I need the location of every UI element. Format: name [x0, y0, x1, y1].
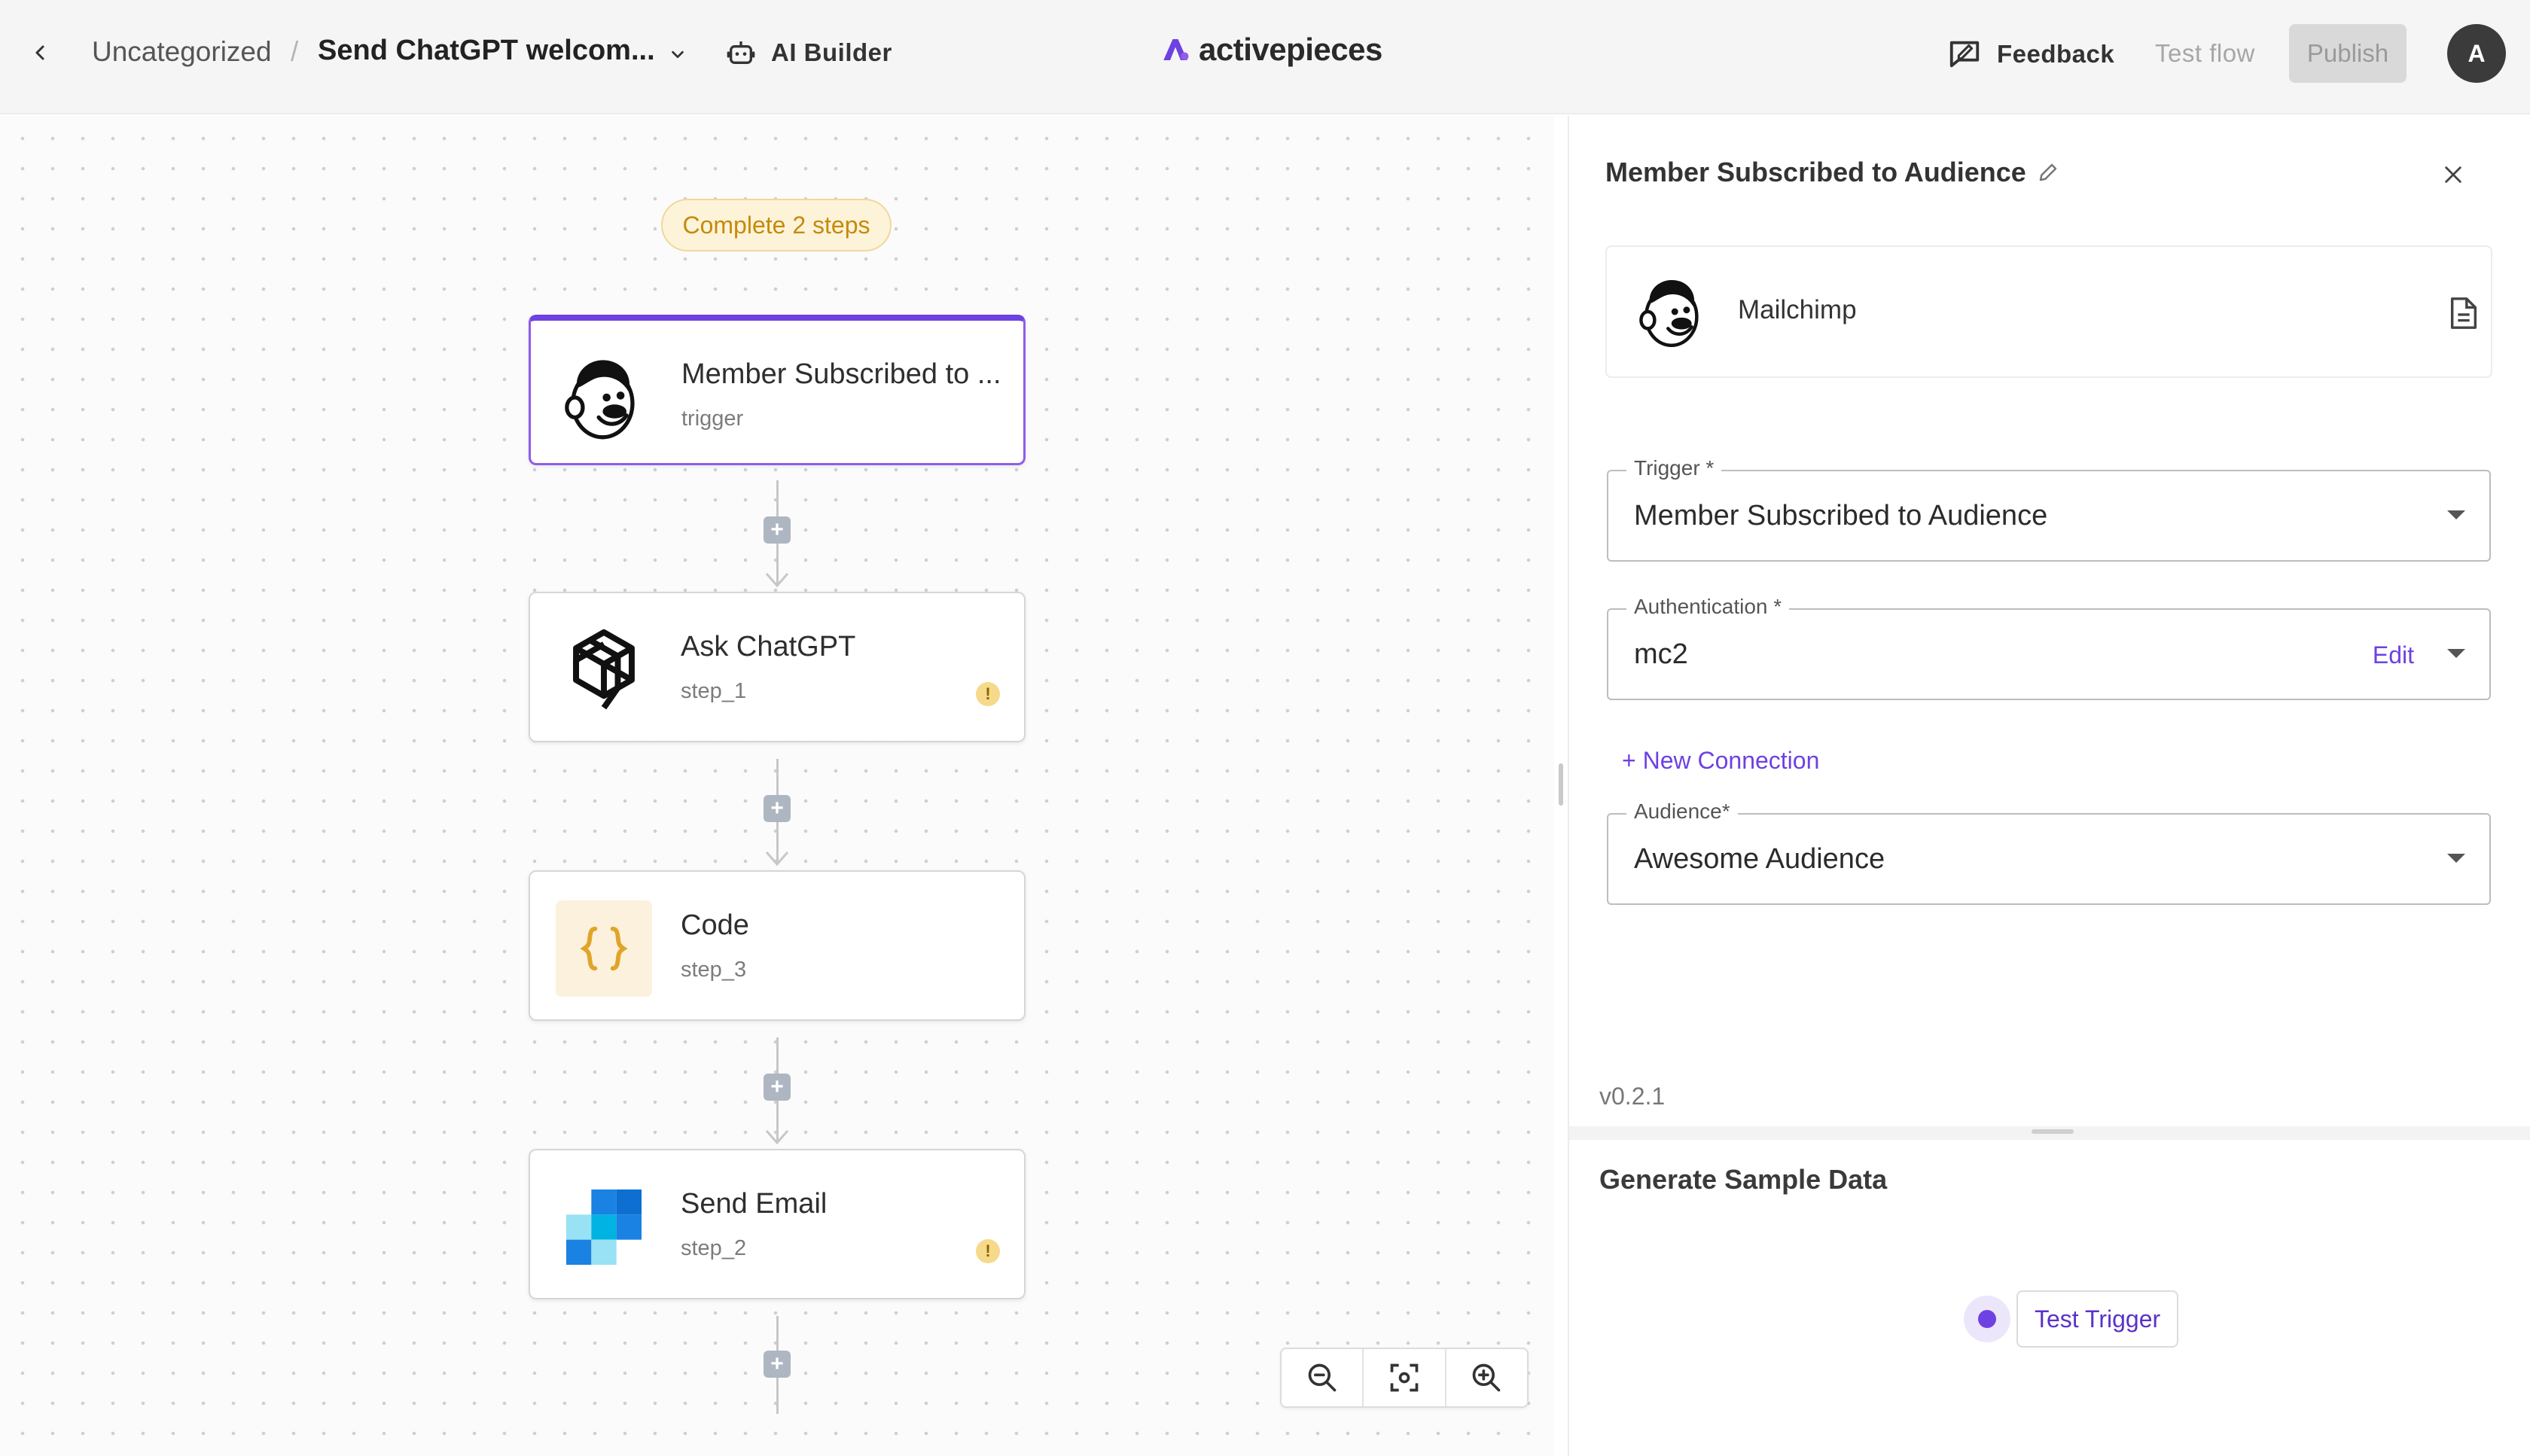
audience-select[interactable]: Audience* Awesome Audience	[1607, 800, 2491, 905]
step-name: Send Email	[681, 1188, 828, 1220]
step-type: trigger	[681, 407, 744, 431]
arrow-down-icon	[765, 851, 789, 867]
arrow-down-icon	[765, 1130, 789, 1145]
panel-title: Member Subscribed to Audience	[1605, 157, 2059, 188]
trigger-value: Member Subscribed to Audience	[1634, 500, 2048, 532]
sample-data-section: Generate Sample Data Test Trigger	[1569, 1126, 2530, 1456]
arrow-down-icon	[765, 573, 789, 588]
audience-label: Audience*	[1626, 800, 1738, 824]
fit-view-icon	[1390, 1363, 1419, 1392]
top-bar: Uncategorized / Send ChatGPT welcom... A…	[0, 0, 2530, 114]
authentication-select[interactable]: Authentication * mc2 Edit	[1607, 595, 2491, 700]
incomplete-steps-badge[interactable]: Complete 2 steps	[661, 199, 892, 251]
fit-view-button[interactable]	[1364, 1349, 1446, 1406]
piece-name: Mailchimp	[1738, 295, 1857, 324]
back-button[interactable]	[23, 35, 59, 71]
step-name: Ask ChatGPT	[681, 631, 856, 663]
zoom-out-button[interactable]	[1282, 1349, 1364, 1406]
brand-name: activepieces	[1199, 32, 1382, 67]
feedback-label: Feedback	[1997, 40, 2115, 68]
ai-builder-button[interactable]: AI Builder	[726, 33, 892, 72]
zoom-controls	[1280, 1348, 1529, 1408]
step-card-send-email[interactable]: Send Email step_2 !	[529, 1149, 1026, 1299]
authentication-value: mc2	[1634, 638, 1688, 670]
document-icon	[2450, 297, 2477, 329]
new-connection-button[interactable]: + New Connection	[1622, 747, 1819, 775]
zoom-in-button[interactable]	[1446, 1349, 1527, 1406]
pencil-icon[interactable]	[2037, 161, 2059, 184]
step-card-code[interactable]: Code step_3	[529, 870, 1026, 1021]
step-name: Code	[681, 909, 749, 941]
bot-icon	[727, 41, 755, 64]
flow-name[interactable]: Send ChatGPT welcom...	[318, 35, 655, 67]
step-name: Member Subscribed to ...	[681, 358, 1001, 390]
chevron-left-icon	[35, 45, 44, 60]
chevron-down-icon	[672, 50, 684, 59]
ai-builder-label: AI Builder	[771, 38, 892, 66]
breadcrumb-folder[interactable]: Uncategorized	[92, 36, 272, 68]
step-settings-panel: Member Subscribed to Audience Mailchimp	[1568, 116, 2530, 1456]
step-card-ask-chatgpt[interactable]: Ask ChatGPT step_1 !	[529, 592, 1026, 742]
panel-resize-handle[interactable]	[1559, 763, 1563, 806]
test-trigger-button[interactable]: Test Trigger	[2016, 1290, 2179, 1348]
openai-icon	[554, 620, 654, 720]
sendgrid-icon	[554, 1177, 654, 1277]
mailchimp-icon	[555, 348, 654, 447]
warning-icon: !	[976, 682, 1000, 706]
trigger-label: Trigger *	[1626, 456, 1722, 480]
close-panel-button[interactable]	[2432, 154, 2474, 196]
feedback-icon	[1949, 41, 1980, 68]
publish-button[interactable]: Publish	[2289, 24, 2407, 83]
sample-data-title: Generate Sample Data	[1599, 1164, 1888, 1195]
dropdown-caret-icon	[2447, 854, 2465, 863]
dropdown-caret-icon	[2447, 649, 2465, 658]
user-avatar[interactable]: A	[2447, 24, 2506, 83]
flow-canvas[interactable]: Complete 2 steps Member Subscribed to ..…	[0, 116, 1554, 1456]
warning-icon: !	[976, 1239, 1000, 1263]
trigger-select[interactable]: Trigger * Member Subscribed to Audience	[1607, 456, 2491, 562]
step-card-trigger[interactable]: Member Subscribed to ... trigger	[529, 315, 1026, 465]
status-dot-icon	[1964, 1296, 2010, 1342]
zoom-in-icon	[1472, 1363, 1501, 1392]
breadcrumb-separator: /	[291, 36, 299, 67]
code-icon	[554, 899, 654, 998]
mailchimp-icon	[1631, 270, 1715, 354]
edit-connection-button[interactable]: Edit	[2373, 641, 2414, 669]
brand-logo: activepieces	[1160, 32, 1382, 68]
add-step-button[interactable]: +	[764, 1351, 791, 1378]
test-flow-button[interactable]: Test flow	[2155, 39, 2255, 68]
piece-version: v0.2.1	[1599, 1083, 1666, 1110]
step-id: step_1	[681, 679, 747, 703]
close-icon	[2445, 166, 2461, 183]
authentication-label: Authentication *	[1626, 595, 1790, 619]
activepieces-logo-icon	[1163, 39, 1189, 60]
test-trigger-group: Test Trigger	[1964, 1290, 2179, 1348]
docs-button[interactable]	[2443, 292, 2485, 334]
dropdown-caret-icon	[2447, 510, 2465, 519]
add-step-button[interactable]: +	[764, 795, 791, 822]
step-id: step_2	[681, 1236, 747, 1260]
zoom-out-icon	[1308, 1363, 1336, 1392]
section-resize-handle[interactable]	[2032, 1129, 2074, 1134]
flow-menu-button[interactable]	[663, 39, 693, 69]
feedback-button[interactable]: Feedback	[1947, 33, 2114, 75]
audience-value: Awesome Audience	[1634, 843, 1885, 875]
panel-title-text: Member Subscribed to Audience	[1605, 157, 2026, 187]
add-step-button[interactable]: +	[764, 1074, 791, 1101]
step-id: step_3	[681, 958, 747, 982]
piece-info-card: Mailchimp	[1605, 245, 2492, 378]
add-step-button[interactable]: +	[764, 516, 791, 544]
